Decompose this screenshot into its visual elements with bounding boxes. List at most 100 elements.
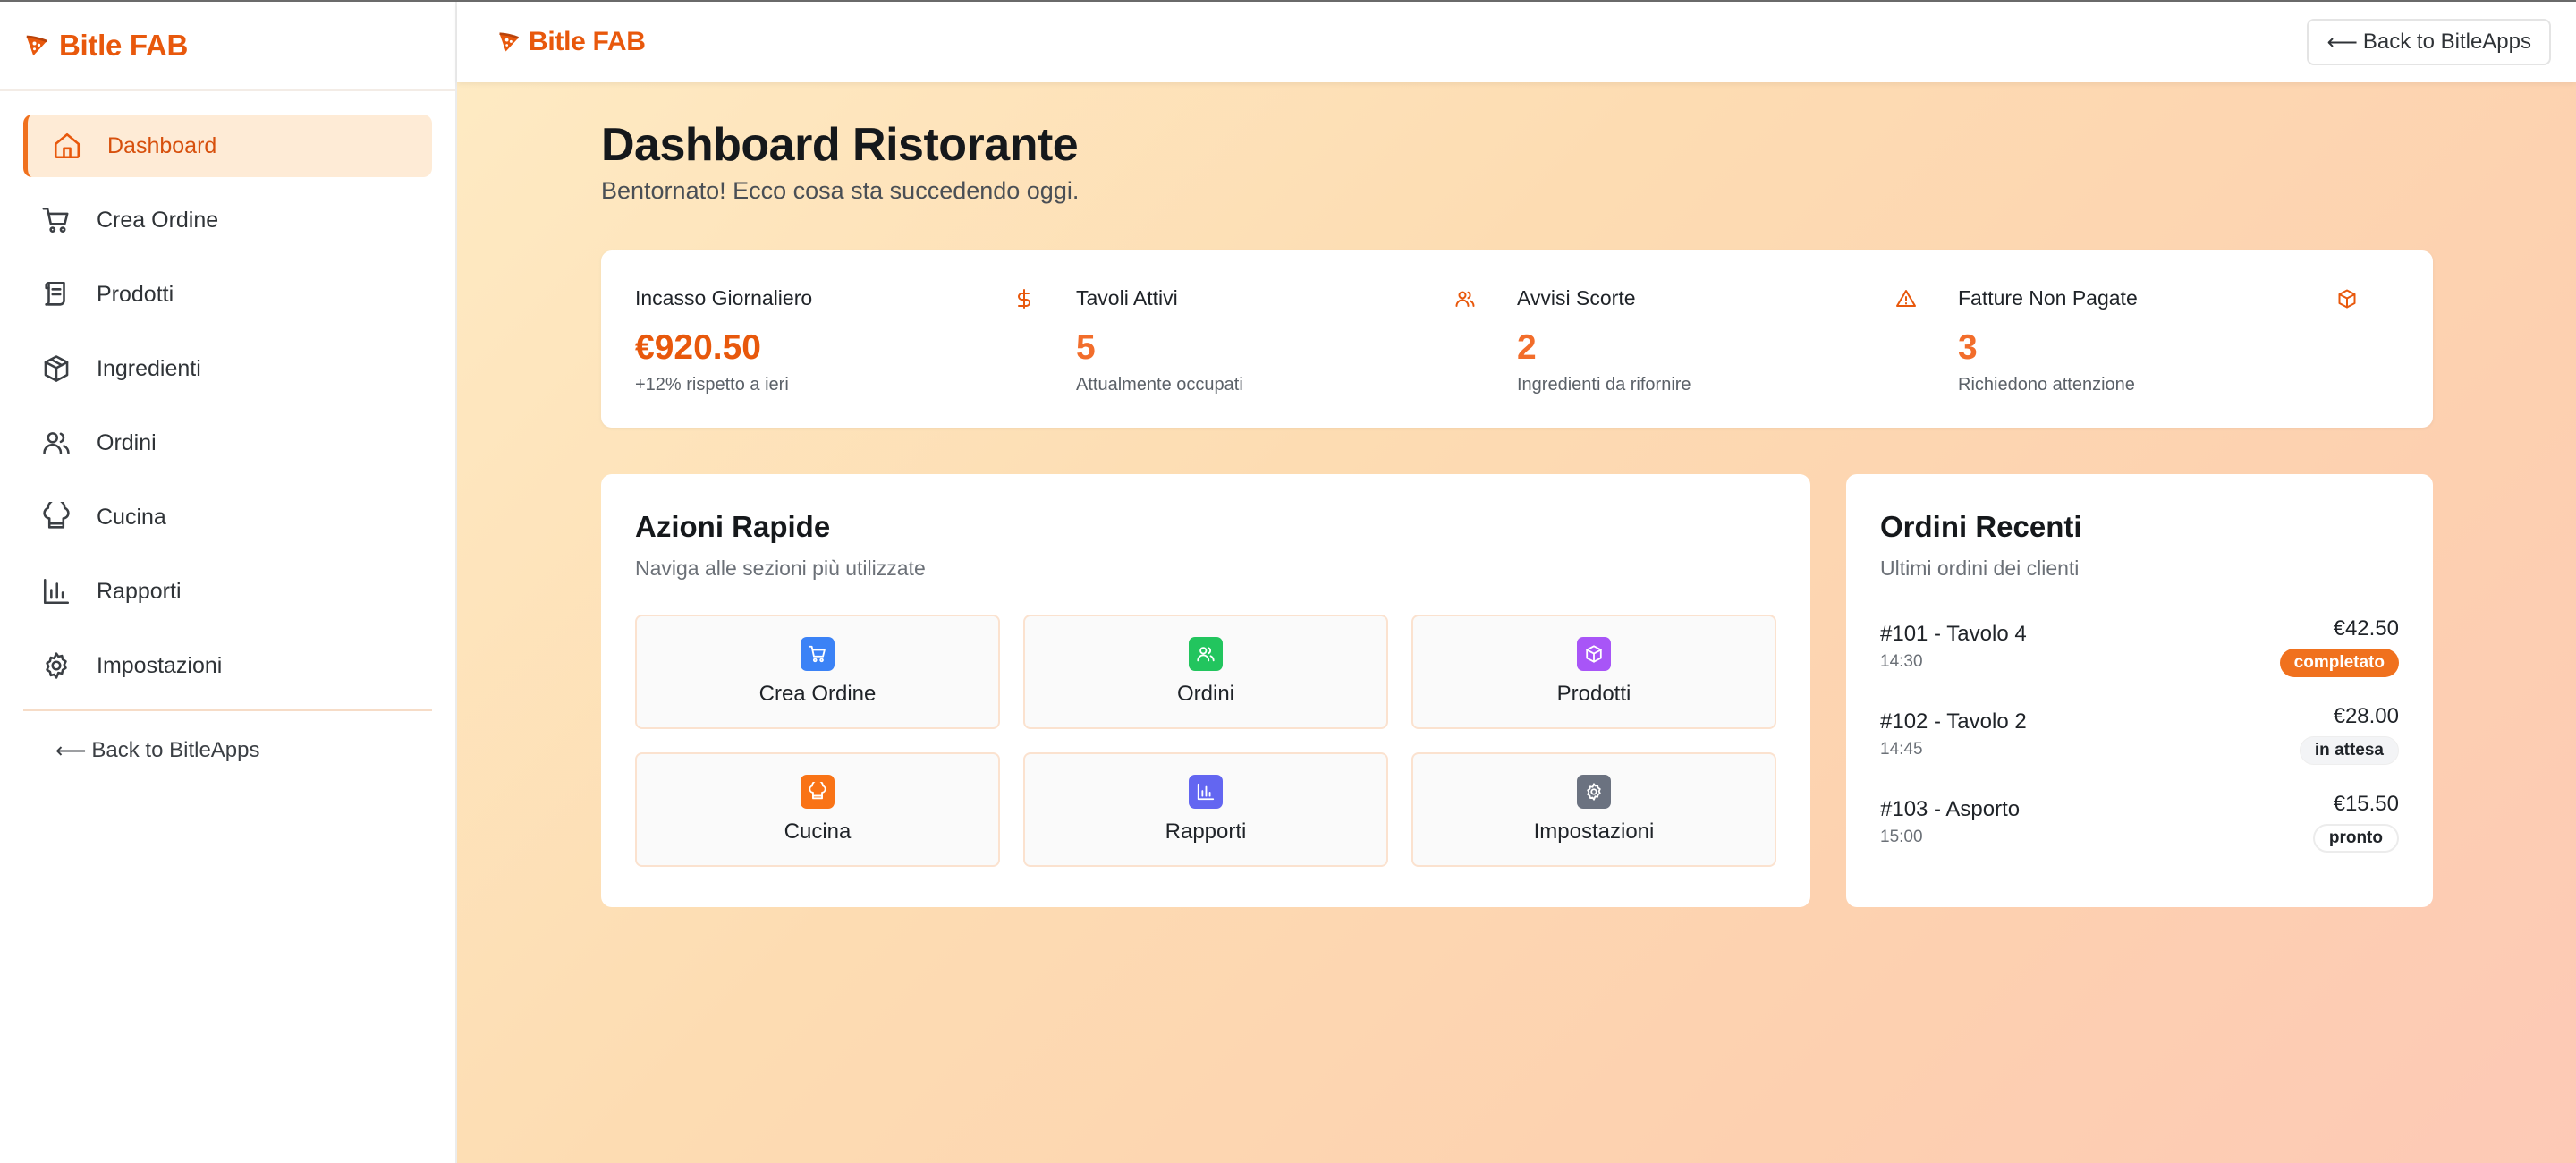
quick-action-label: Ordini [1176,682,1235,706]
stat-value: 5 [1076,328,1096,367]
stat-label: Avvisi Scorte [1517,286,1636,310]
sidebar-item-crea-ordine[interactable]: Crea Ordine [23,189,432,251]
recent-orders-title: Ordini Recenti [1880,510,2082,543]
cart-icon [801,637,835,671]
back-to-bitleapps-button[interactable]: ⟵ Back to BitleApps [2307,19,2551,65]
dashboard-content: Dashboard Ristorante Bentornato! Ecco co… [601,82,2435,907]
sidebar-item-impostazioni[interactable]: Impostazioni [23,634,432,697]
bar-chart-icon [1189,775,1223,809]
quick-action-prodotti[interactable]: Prodotti [1411,615,1776,729]
sidebar-back-link[interactable]: ⟵ Back to BitleApps [55,738,455,763]
order-id: #103 - Asporto [1880,797,2021,821]
order-info: #103 - Asporto 15:00 [1880,792,2020,879]
pizza-slice-icon [496,30,529,55]
order-summary: €28.00 in attesa [2299,704,2399,792]
stat-note: Attualmente occupati [1076,375,1243,395]
quick-action-rapporti[interactable]: Rapporti [1023,752,1388,867]
order-time: 14:30 [1880,652,1923,671]
quick-action-crea-ordine[interactable]: Crea Ordine [635,615,1000,729]
stat-note: Ingredienti da rifornire [1517,375,1691,395]
sidebar-item-label: Dashboard [107,132,217,158]
recent-orders-card: Ordini Recenti Ultimi ordini dei clienti… [1846,474,2433,907]
order-info: #102 - Tavolo 2 14:45 [1880,704,2027,792]
order-amount: €42.50 [2333,616,2399,641]
orders-list: #101 - Tavolo 4 14:30 €42.50 completato … [1880,616,2399,879]
sidebar-brand[interactable]: Bitle FAB [0,2,455,91]
gear-icon [1577,775,1611,809]
quick-action-label: Crea Ordine [758,682,877,706]
stat-label: Tavoli Attivi [1076,286,1178,310]
order-info: #101 - Tavolo 4 14:30 [1880,616,2027,704]
back-button-label: Back to BitleApps [2362,30,2531,54]
quick-actions-subtitle: Naviga alle sezioni più utilizzate [635,556,926,580]
status-badge: in attesa [2299,736,2399,765]
sidebar-item-dashboard[interactable]: Dashboard [23,115,432,177]
recent-orders-subtitle: Ultimi ordini dei clienti [1880,556,2080,580]
sidebar-item-label: Ingredienti [97,355,201,381]
sidebar-item-prodotti[interactable]: Prodotti [23,263,432,326]
pizza-slice-icon [23,32,59,59]
users-icon [1189,637,1223,671]
topbar: Bitle FAB ⟵ Back to BitleApps [457,2,2576,82]
quick-action-cucina[interactable]: Cucina [635,752,1000,867]
page-subtitle: Bentornato! Ecco cosa sta succedendo ogg… [601,177,1080,204]
sidebar-back-label: Back to BitleApps [91,738,260,762]
sidebar-item-label: Crea Ordine [97,207,219,233]
stat-note: Richiedono attenzione [1958,375,2135,395]
brand-name: Bitle FAB [529,27,646,56]
order-id: #101 - Tavolo 4 [1880,622,2027,646]
stat-stock-alerts: Avvisi Scorte 2 Ingredienti da rifornire [1517,250,1958,428]
quick-actions-grid: Crea Ordine Ordini Prodotti Cucina Rappo… [635,615,1776,867]
sidebar-item-ordini[interactable]: Ordini [23,412,432,474]
stat-active-tables: Tavoli Attivi 5 Attualmente occupati [1076,250,1517,428]
chef-hat-icon [41,502,97,532]
stat-label: Fatture Non Pagate [1958,286,2138,310]
quick-actions-title: Azioni Rapide [635,510,831,543]
scroll-icon [41,279,97,310]
page-title: Dashboard Ristorante [601,119,1079,171]
sidebar-item-rapporti[interactable]: Rapporti [23,560,432,623]
sidebar-item-label: Prodotti [97,281,174,307]
quick-action-label: Rapporti [1165,819,1247,844]
sidebar-divider [23,709,432,711]
home-icon [52,131,107,161]
topbar-brand[interactable]: Bitle FAB [496,27,646,57]
order-summary: €15.50 pronto [2312,792,2399,879]
sidebar: Bitle FAB Dashboard Crea Ordine Prodotti… [0,2,457,1163]
stat-value: €920.50 [635,328,761,367]
sidebar-item-cucina[interactable]: Cucina [23,486,432,548]
status-badge: pronto [2312,824,2399,853]
stat-value: 2 [1517,328,1537,367]
bar-chart-icon [41,576,97,607]
quick-actions-card: Azioni Rapide Naviga alle sezioni più ut… [601,474,1810,907]
order-summary: €42.50 completato [2279,616,2399,704]
order-row[interactable]: #102 - Tavolo 2 14:45 €28.00 in attesa [1880,704,2399,792]
sidebar-item-ingredienti[interactable]: Ingredienti [23,337,432,400]
sidebar-item-label: Ordini [97,429,157,455]
stat-daily-revenue: Incasso Giornaliero €920.50 +12% rispett… [635,250,1076,428]
arrow-left-icon: ⟵ [2326,30,2358,55]
package-icon [41,353,97,384]
stat-unpaid-invoices: Fatture Non Pagate 3 Richiedono attenzio… [1958,250,2399,428]
cart-icon [41,205,97,235]
users-icon [41,428,97,458]
quick-action-ordini[interactable]: Ordini [1023,615,1388,729]
gear-icon [41,650,97,681]
quick-action-impostazioni[interactable]: Impostazioni [1411,752,1776,867]
order-id: #102 - Tavolo 2 [1880,709,2027,734]
order-row[interactable]: #103 - Asporto 15:00 €15.50 pronto [1880,792,2399,879]
quick-action-label: Impostazioni [1533,819,1655,844]
status-badge: completato [2279,649,2399,677]
stat-note: +12% rispetto a ieri [635,375,789,395]
stat-label: Incasso Giornaliero [635,286,813,310]
stat-value: 3 [1958,328,1978,367]
order-amount: €15.50 [2333,792,2399,816]
order-row[interactable]: #101 - Tavolo 4 14:30 €42.50 completato [1880,616,2399,704]
order-time: 15:00 [1880,828,1923,846]
sidebar-item-label: Impostazioni [97,652,223,678]
order-time: 14:45 [1880,740,1923,759]
arrow-left-icon: ⟵ [55,738,87,763]
quick-action-label: Prodotti [1556,682,1631,706]
quick-action-label: Cucina [784,819,852,844]
brand-name: Bitle FAB [59,29,188,62]
